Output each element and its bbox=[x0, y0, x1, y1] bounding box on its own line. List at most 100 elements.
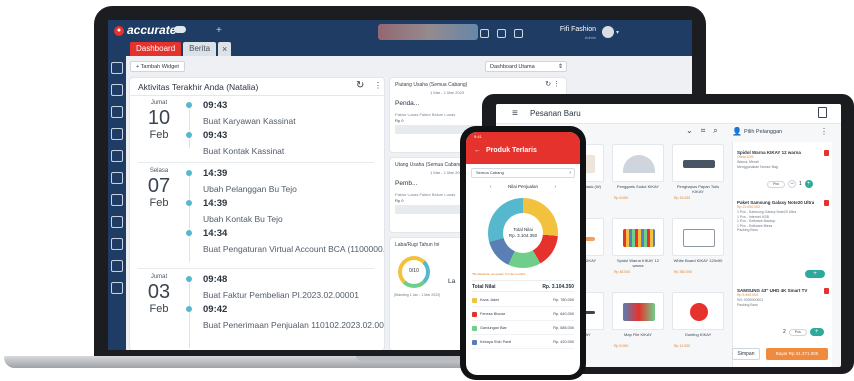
gear-icon[interactable] bbox=[111, 62, 123, 74]
list-item[interactable]: Kebaya Shiri Panti Rp. 420.000 bbox=[472, 337, 574, 349]
widget-date-range[interactable]: 1 Mar - 1 Mar 2023 bbox=[430, 90, 464, 95]
barcode-icon[interactable]: ⌗ bbox=[701, 126, 706, 140]
basket-icon[interactable] bbox=[111, 194, 123, 206]
chart-note: *Berdasarkan penjualan 5 bulan terakhir bbox=[472, 272, 526, 276]
total-value: Rp. 3.104.350 bbox=[542, 284, 574, 290]
activity-time: 14:34 bbox=[203, 228, 228, 239]
gauge-caption: (Standing 1 Jan - 1 Mar 2023) bbox=[393, 293, 441, 297]
chart-icon[interactable] bbox=[111, 238, 123, 250]
tablet-header: ≡ Pesanan Baru bbox=[496, 104, 841, 124]
day-separator bbox=[138, 268, 374, 269]
settings-icon[interactable] bbox=[111, 282, 123, 294]
order-item[interactable]: Spidol Warna KIKAY 12 warna Obral 10% Wa… bbox=[737, 150, 829, 169]
pay-button[interactable]: Bayar Rp 31.271.000 bbox=[766, 348, 828, 360]
activity-desc[interactable]: Ubah Kontak Bu Tejo bbox=[203, 214, 283, 224]
avatar[interactable] bbox=[602, 26, 614, 38]
product-name: Gardungan Biar bbox=[480, 326, 507, 330]
truck-icon[interactable] bbox=[111, 216, 123, 228]
dashboard-select[interactable]: Dashboard Utama ⇕ bbox=[485, 61, 567, 72]
unit-pill[interactable]: Pcs bbox=[767, 180, 785, 188]
add-button[interactable]: + bbox=[809, 328, 824, 336]
timeline-line bbox=[189, 172, 190, 262]
save-button[interactable]: Simpan bbox=[732, 348, 760, 360]
activity-title: Aktivitas Terakhir Anda (Natalia) bbox=[138, 82, 259, 92]
more-options-icon[interactable]: ⋮ bbox=[374, 81, 382, 90]
new-tab-button[interactable]: + bbox=[216, 25, 222, 36]
product-card[interactable]: Penghapus Papan Tulis KIKAY Rp 15.000 bbox=[672, 144, 724, 204]
branch-select[interactable]: Semua Cabang › bbox=[471, 168, 575, 178]
cart-icon[interactable] bbox=[111, 172, 123, 184]
legend-swatch bbox=[472, 326, 477, 331]
widget-legend: Faktur Lunas Faktur Belum Lunas bbox=[395, 112, 456, 117]
list-item[interactable]: Gardungan Biar Rp. 585.000 bbox=[472, 323, 574, 335]
chevron-down-icon[interactable]: ⌄ bbox=[686, 126, 693, 140]
product-value: Rp. 585.000 bbox=[553, 326, 574, 330]
activity-desc[interactable]: Buat Pengaturan Virtual Account BCA (110… bbox=[203, 244, 384, 254]
legend-swatch bbox=[472, 340, 477, 345]
timeline-dot bbox=[186, 230, 192, 236]
home-icon[interactable] bbox=[111, 84, 123, 96]
accurate-logo-icon: ● bbox=[114, 26, 124, 36]
trash-icon[interactable] bbox=[824, 200, 829, 206]
trash-icon[interactable] bbox=[824, 150, 829, 156]
refresh-icon[interactable]: ↻ ⋮ bbox=[545, 80, 560, 88]
increment-button[interactable]: + bbox=[804, 180, 813, 188]
menu-icon[interactable]: ≡ bbox=[512, 108, 518, 119]
order-item-line: Menggunakan Nomor Bag bbox=[737, 164, 778, 169]
day-month: Feb bbox=[149, 129, 169, 141]
unit-pill[interactable]: Pcs bbox=[788, 328, 807, 336]
activity-time: 09:42 bbox=[203, 304, 228, 315]
product-image bbox=[612, 292, 664, 330]
quantity-value[interactable]: 1 bbox=[799, 181, 802, 187]
calendar-icon[interactable] bbox=[497, 29, 506, 38]
user-icon: 👤 bbox=[732, 127, 742, 136]
report-icon[interactable] bbox=[111, 260, 123, 272]
phone-header: 9:41 ← Produk Terlaris bbox=[466, 132, 580, 164]
tab-berita[interactable]: Berita bbox=[183, 42, 217, 56]
order-item[interactable]: Paket Samsung Galaxy Note20 Ultra Rp 21.… bbox=[737, 200, 829, 233]
add-button[interactable]: + bbox=[805, 270, 825, 278]
refresh-icon[interactable]: ↻ bbox=[356, 80, 364, 91]
building-icon[interactable] bbox=[111, 106, 123, 118]
list-item[interactable]: Kaos Jaket Rp. 780.000 bbox=[472, 295, 574, 307]
close-tab-button[interactable]: × bbox=[218, 42, 232, 56]
chevron-down-icon[interactable]: ▾ bbox=[616, 29, 619, 36]
more-options-icon[interactable]: ⋮ bbox=[820, 127, 828, 136]
customer-picker[interactable]: 👤 Pilih Pelanggan ⋮ bbox=[732, 126, 828, 140]
activity-desc[interactable]: Buat Faktur Pembelian PI.2023.02.00001 bbox=[203, 290, 359, 300]
product-card[interactable]: White Board KIKAY 120x90 Rp 350.000 bbox=[672, 218, 724, 278]
prev-metric-button[interactable]: ‹ bbox=[490, 184, 492, 192]
list-item[interactable]: Fenesa Blouse Rp. 640.000 bbox=[472, 309, 574, 321]
product-price: Rp 350.000 bbox=[674, 270, 693, 274]
widget-date-range[interactable]: 1 Mar - 1 Mar 2023 bbox=[430, 170, 464, 175]
quantity-value[interactable]: 2 bbox=[783, 329, 786, 335]
trash-icon[interactable] bbox=[824, 288, 829, 294]
order-item[interactable]: SAMSUNG 43" UHD 4K Smart TV Rp 5.499.000… bbox=[737, 288, 829, 307]
notification-icon[interactable] bbox=[480, 29, 489, 38]
order-item-price: Rp 21.000.000 bbox=[737, 205, 760, 209]
product-card[interactable]: Map File KIKAY Rp 5.000 bbox=[612, 292, 664, 352]
product-card[interactable]: Gunting KIKAY Rp 12.000 bbox=[672, 292, 724, 352]
store-icon[interactable] bbox=[111, 150, 123, 162]
add-widget-button[interactable]: + Tambah Widget bbox=[130, 61, 185, 72]
company-name[interactable]: Fifi Fashion bbox=[526, 26, 596, 33]
activity-card: Aktivitas Terakhir Anda (Natalia) ↻ ⋮ Ju… bbox=[130, 78, 384, 350]
widget-title: Laba/Rugi Tahun Ini bbox=[395, 242, 440, 248]
next-metric-button[interactable]: › bbox=[555, 184, 557, 192]
tab-dashboard[interactable]: Dashboard bbox=[130, 42, 182, 56]
activity-desc[interactable]: Buat Kontak Kassinat bbox=[203, 146, 284, 156]
product-name: White Board KIKAY 120x90 bbox=[673, 258, 723, 263]
product-card[interactable]: Penggaris Sudut KIKAY Rp 8.000 bbox=[612, 144, 664, 204]
back-arrow-icon[interactable]: ← bbox=[474, 147, 481, 154]
product-card[interactable]: Spidol Warna KIKAY 12 warna Rp 48.000 bbox=[612, 218, 664, 278]
activity-desc[interactable]: Buat Penerimaan Penjualan 110102.2023.02… bbox=[203, 320, 384, 330]
help-icon[interactable] bbox=[514, 29, 523, 38]
activity-desc[interactable]: Buat Karyawan Kassinat bbox=[203, 116, 296, 126]
file-icon[interactable] bbox=[111, 128, 123, 140]
decrement-button[interactable]: − bbox=[788, 180, 796, 188]
document-icon[interactable] bbox=[818, 107, 827, 118]
header-decoration bbox=[378, 24, 478, 40]
legend-swatch bbox=[472, 298, 477, 303]
search-icon[interactable]: ⌕ bbox=[713, 126, 717, 140]
activity-desc[interactable]: Ubah Pelanggan Bu Tejo bbox=[203, 184, 297, 194]
